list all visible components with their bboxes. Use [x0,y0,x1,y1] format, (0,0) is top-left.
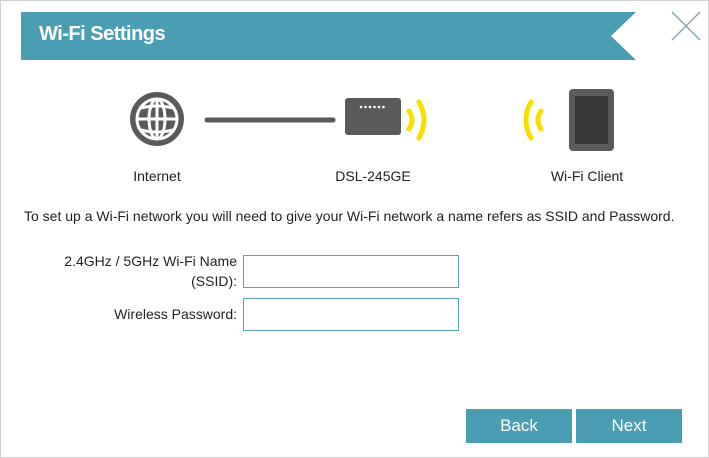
ssid-label-line2: (SSID): [191,273,237,289]
ssid-label-line1: 2.4GHz / 5GHz Wi-Fi Name [64,253,237,269]
router-icon [345,98,401,135]
globe-icon [130,92,184,146]
internet-label: Internet [133,168,181,184]
instructions-text: To set up a Wi-Fi network you will need … [24,208,675,224]
client-label: Wi-Fi Client [550,168,624,184]
client-wifi-wave-icon [523,99,544,141]
tablet-icon [569,89,614,151]
network-diagram: Internet DSL-245GE Wi-Fi Client [1,1,709,201]
back-button[interactable]: Back [466,409,572,443]
router-label: DSL-245GE [335,168,411,184]
wifi-wave-icon [406,99,427,141]
next-button[interactable]: Next [576,409,682,443]
wireless-password-input[interactable] [243,298,459,331]
ssid-field-label: 2.4GHz / 5GHz Wi-Fi Name (SSID): [41,251,237,291]
ssid-input[interactable] [243,255,459,288]
wifi-settings-dialog: Wi-Fi Settings Internet DSL-245GE Wi-Fi … [0,0,709,458]
password-field-label: Wireless Password: [114,306,237,322]
